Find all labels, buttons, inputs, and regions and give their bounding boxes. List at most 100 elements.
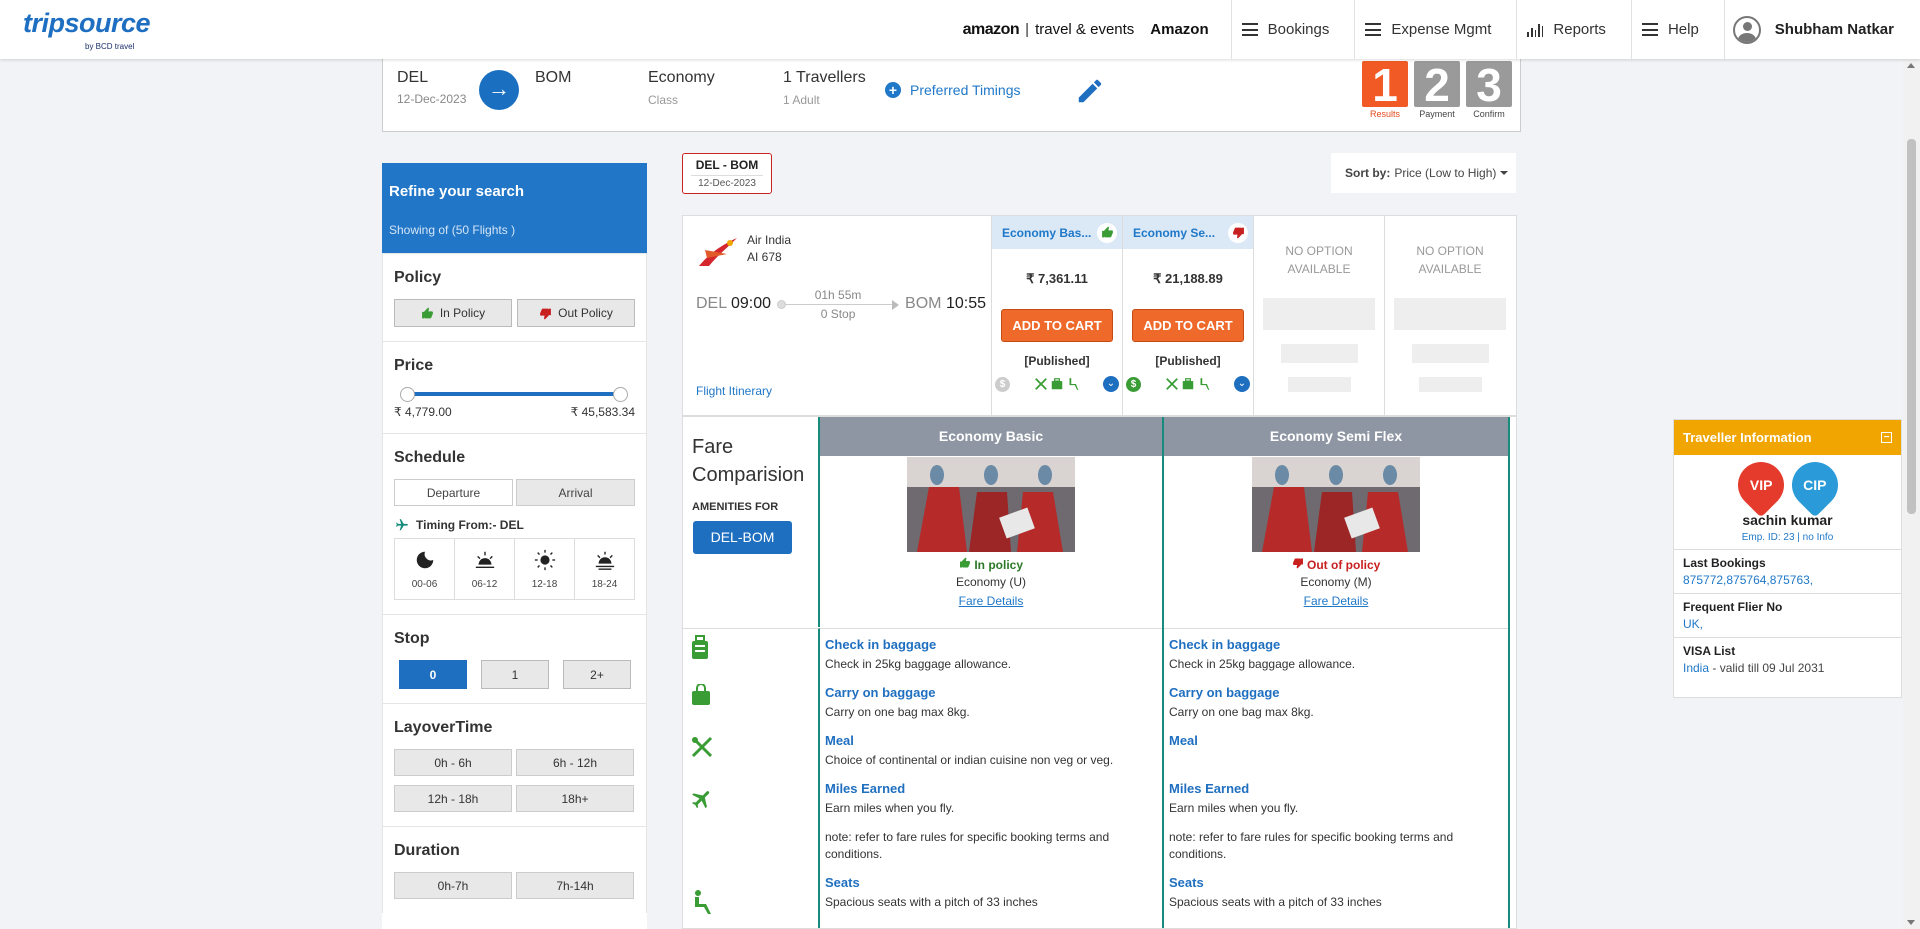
nav-help[interactable]: Help [1630, 0, 1724, 59]
add-to-cart-button[interactable]: ADD TO CART [1001, 309, 1113, 342]
flight-itinerary-link[interactable]: Flight Itinerary [696, 384, 772, 398]
time-slot-evening[interactable]: 18-24 [575, 539, 634, 599]
amenity-icons [683, 628, 820, 928]
origin: DEL 12-Dec-2023 [397, 69, 467, 106]
amenities-list: Check in baggage Check in 25kg baggage a… [820, 628, 1162, 928]
route-tab[interactable]: DEL - BOM 12-Dec-2023 [682, 153, 772, 194]
carry-bag-icon [692, 684, 710, 705]
miles-plane-icon [692, 791, 710, 809]
collapse-icon[interactable]: − [1881, 432, 1892, 443]
user-menu[interactable]: Shubham Natkar [1723, 0, 1894, 59]
tripsource-logo[interactable]: tripsource by BCD travel [23, 8, 151, 51]
scroll-up-icon[interactable] [1907, 63, 1915, 68]
frequent-flier: Frequent Flier No UK, [1674, 593, 1901, 637]
duration-7-14[interactable]: 7h-14h [516, 872, 634, 899]
booking-class: Economy (M) [1300, 575, 1372, 589]
avatar-icon [1732, 15, 1761, 44]
sun-icon [534, 549, 555, 570]
sort-dropdown[interactable]: Sort by: Price (Low to High) [1331, 153, 1516, 193]
out-policy-button[interactable]: Out Policy [517, 299, 635, 327]
refine-header: Refine your search Showing of (50 Flight… [382, 163, 647, 253]
duration-filter: Duration 0h-7h 7h-14h [382, 826, 647, 913]
layover-18plus[interactable]: 18h+ [516, 785, 634, 812]
traveller-info-title: Traveller Information [1683, 430, 1812, 445]
results-count: Showing of (50 Flights ) [389, 223, 516, 237]
bar-chart-icon [1527, 23, 1544, 37]
time-slot-afternoon[interactable]: 12-18 [515, 539, 575, 599]
duration-0-7[interactable]: 0h-7h [394, 872, 512, 899]
price-filter: Price ₹ 4,779.00 ₹ 45,583.34 [382, 341, 647, 433]
page-scrollbar[interactable] [1903, 59, 1920, 929]
vip-badge: VIP [1727, 452, 1794, 518]
nav-expense-mgmt[interactable]: Expense Mgmt [1354, 0, 1516, 59]
seat-icon [1200, 378, 1209, 390]
baggage-icon [1051, 378, 1062, 390]
tab-departure[interactable]: Departure [394, 479, 513, 506]
fare-price: ₹ 7,361.11 [1026, 271, 1088, 286]
company-name: Amazon [1150, 21, 1209, 38]
fare-details-link[interactable]: Fare Details [1164, 594, 1508, 608]
nav-right: amazon | travel & events Amazon Bookings… [963, 0, 1894, 59]
departure-time: 09:00 [730, 295, 772, 312]
price-max-handle[interactable] [613, 387, 628, 402]
scroll-thumb[interactable] [1907, 139, 1916, 514]
in-policy-button[interactable]: In Policy [394, 299, 512, 327]
cabin-seats-image [907, 457, 1075, 552]
moon-icon [416, 551, 433, 568]
thumbs-down-icon [1292, 558, 1303, 569]
stop-option-0[interactable]: 0 [399, 660, 467, 689]
layover-12-18[interactable]: 12h - 18h [394, 785, 512, 812]
flight-times: DEL 09:00 01h 55m 0 Stop BOM 10:55 [696, 288, 986, 321]
caret-down-icon [1500, 171, 1509, 175]
tab-arrival[interactable]: Arrival [516, 479, 635, 506]
top-navbar: tripsource by BCD travel amazon | travel… [0, 0, 1920, 59]
stop-option-1[interactable]: 1 [481, 660, 549, 689]
stop-filter: Stop 0 1 2+ [382, 614, 647, 703]
travellers: 1 Travellers 1 Adult [783, 69, 866, 107]
layover-6-12[interactable]: 6h - 12h [516, 749, 634, 776]
time-slot-morning[interactable]: 06-12 [455, 539, 515, 599]
layover-filter: LayoverTime 0h - 6h 6h - 12h 12h - 18h 1… [382, 703, 647, 826]
stop-count: 0 Stop [820, 307, 856, 321]
fare-option-unavailable: NO OPTION AVAILABLE [1384, 216, 1515, 415]
scroll-down-icon[interactable] [1907, 920, 1915, 925]
nav-bookings[interactable]: Bookings [1230, 0, 1355, 59]
layover-0-6[interactable]: 0h - 6h [394, 749, 512, 776]
thumbs-down-icon [1232, 227, 1244, 239]
cip-badge: CIP [1781, 452, 1848, 518]
refine-sidebar: Refine your search Showing of (50 Flight… [382, 163, 647, 929]
fare-details-link[interactable]: Fare Details [820, 594, 1162, 608]
traveller-name: sachin kumar [1742, 512, 1833, 528]
add-to-cart-button[interactable]: ADD TO CART [1132, 309, 1244, 342]
plane-icon [396, 519, 408, 531]
amenities-route-button[interactable]: DEL-BOM [693, 521, 792, 554]
dollar-icon: $ [995, 376, 1010, 392]
time-slot-night[interactable]: 00-06 [395, 539, 455, 599]
airline-name: Air India [747, 233, 792, 247]
menu-icon [1365, 23, 1382, 36]
fare-option-unavailable: NO OPTION AVAILABLE [1253, 216, 1384, 415]
seat-icon [1069, 378, 1078, 390]
meal-icon [1034, 378, 1047, 390]
fare-option-economy-semi-flex: Economy Se... ₹ 21,188.89 ADD TO CART [P… [1122, 216, 1253, 415]
edit-search-button[interactable] [1075, 76, 1105, 111]
step-confirm: 3 Confirm [1466, 61, 1512, 119]
traveller-info-panel: Traveller Information − VIP CIP sachin k… [1673, 419, 1902, 698]
visa-list: VISA List India - valid till 09 Jul 2031 [1674, 637, 1901, 681]
flight-number: AI 678 [747, 250, 782, 264]
thumbs-down-icon [540, 308, 552, 319]
preferred-timings-link[interactable]: + Preferred Timings [885, 82, 1020, 98]
air-india-logo-icon [699, 238, 737, 266]
chevron-down-icon[interactable]: ⌄ [1103, 376, 1119, 392]
thumbs-up-icon [959, 557, 970, 568]
price-slider[interactable] [400, 387, 628, 402]
chevron-down-icon[interactable]: ⌄ [1234, 376, 1250, 392]
last-bookings: Last Bookings 875772,875764,875763, [1674, 549, 1901, 593]
stop-option-2plus[interactable]: 2+ [563, 660, 631, 689]
policy-filter: Policy In Policy Out Policy [382, 253, 647, 341]
nav-reports[interactable]: Reports [1516, 0, 1631, 59]
employee-id[interactable]: Emp. ID: 23 | no Info [1674, 532, 1901, 543]
price-min-handle[interactable] [400, 387, 415, 402]
arrival-time: 10:55 [945, 295, 986, 312]
fare-type: [Published] [1155, 354, 1221, 368]
